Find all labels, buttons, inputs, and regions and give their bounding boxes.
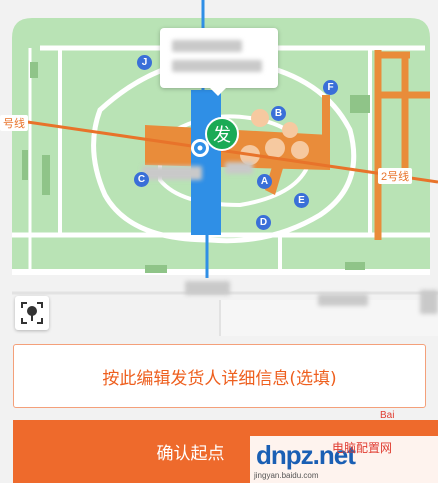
edit-sender-info-button[interactable]: 按此编辑发货人详细信息(选填): [13, 344, 426, 408]
origin-pin[interactable]: 发: [205, 117, 239, 151]
station-highlight: [191, 90, 221, 235]
site-watermark: dnpz.net 电脑配置网 jingyan.baidu.com: [250, 436, 438, 483]
redacted-address-line: [172, 60, 262, 72]
address-callout[interactable]: [160, 28, 278, 96]
redacted-label: [185, 281, 230, 295]
redacted-label: [225, 162, 253, 174]
redacted-address-line: [172, 40, 242, 52]
watermark-url: jingyan.baidu.com: [254, 471, 319, 480]
station-exit-d[interactable]: D: [256, 215, 271, 230]
metro-line-label-left: 号线: [0, 115, 28, 131]
confirm-origin-label: 确认起点: [156, 444, 225, 464]
station-exit-f[interactable]: F: [323, 80, 338, 95]
locate-icon: [21, 302, 43, 324]
station-exit-j[interactable]: J: [137, 55, 152, 70]
redacted-label: [318, 294, 368, 306]
station-exit-c[interactable]: C: [134, 172, 149, 187]
watermark-title: 电脑配置网: [332, 441, 393, 455]
metro-line-label-right: 2号线: [378, 168, 413, 184]
redacted-label: [420, 290, 438, 314]
redacted-label: [142, 166, 202, 180]
station-exit-b[interactable]: B: [271, 106, 286, 121]
locate-button[interactable]: [15, 296, 49, 330]
station-exit-a[interactable]: A: [257, 174, 272, 189]
station-exit-e[interactable]: E: [294, 193, 309, 208]
